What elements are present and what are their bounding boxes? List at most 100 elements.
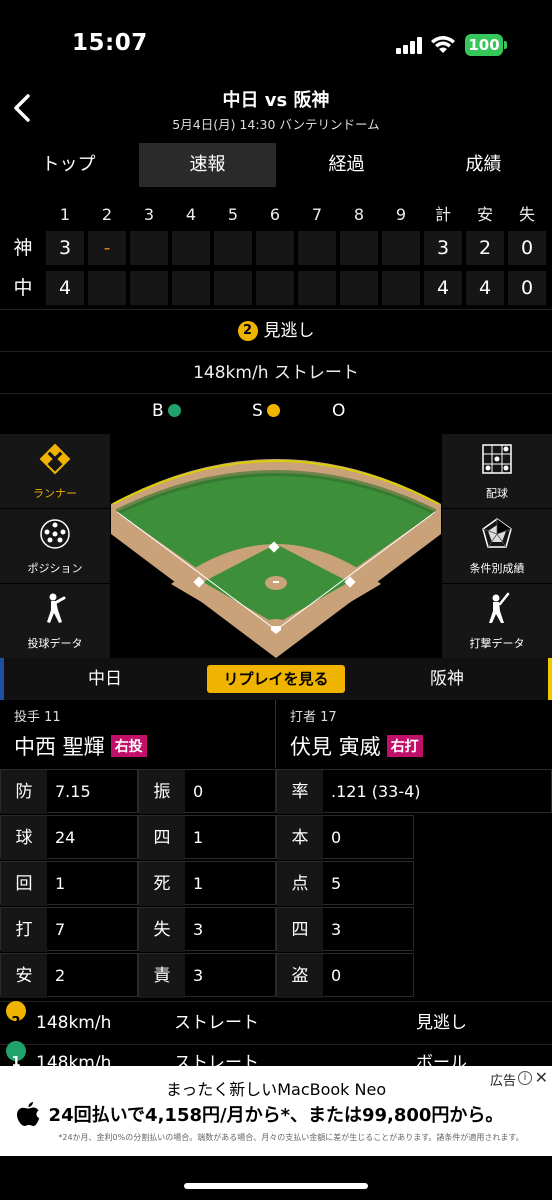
stat-key: 本 bbox=[277, 816, 323, 860]
inning-score bbox=[340, 271, 378, 305]
inning-header: 1 bbox=[59, 205, 71, 224]
pitcher-stat-cell: 安2 bbox=[0, 953, 138, 998]
tab-progress[interactable]: 経過 bbox=[278, 143, 415, 187]
stat-key: 点 bbox=[277, 862, 323, 906]
batter-stat-cell: 率 .121 (33-4) bbox=[276, 769, 552, 814]
stat-value: 7 bbox=[55, 920, 66, 939]
inning-score bbox=[256, 231, 294, 265]
stat-value: 1 bbox=[55, 874, 66, 893]
inning-header: 6 bbox=[269, 205, 281, 224]
pitcher-icon bbox=[47, 593, 66, 623]
position-label: ポジション bbox=[27, 562, 83, 575]
stat-key: 安 bbox=[1, 954, 47, 998]
stat-key: 率 bbox=[277, 770, 323, 814]
inning-score bbox=[382, 271, 420, 305]
pitch-chart-button[interactable]: 配球 bbox=[442, 434, 552, 508]
team-bar: 中日 リプレイを見る 阪神 bbox=[0, 658, 552, 700]
inning-score: 4 bbox=[46, 271, 84, 305]
ad-disclaimer: *24か月、金利0%の分割払いの場合。端数がある場合、月々の支払い金額に差が生じ… bbox=[58, 1133, 524, 1142]
total-runs: 3 bbox=[424, 231, 462, 265]
stat-value: 1 bbox=[193, 828, 204, 847]
tab-live[interactable]: 速報 bbox=[139, 143, 276, 187]
stat-value: 0 bbox=[331, 828, 342, 847]
inning-header: 7 bbox=[311, 205, 323, 224]
batter-stat-cell: 点5 bbox=[276, 861, 414, 906]
pitcher-stat-cell: 振0 bbox=[138, 769, 276, 814]
stat-key: 回 bbox=[1, 862, 47, 906]
inning-header: 4 bbox=[185, 205, 197, 224]
game-subtitle: 5月4日(月) 14:30 バンテリンドーム bbox=[172, 117, 380, 132]
pitcher-stat-cell: 打7 bbox=[0, 907, 138, 952]
pitch-list-number: 2 bbox=[6, 1001, 26, 1030]
ball-count: B S O bbox=[0, 401, 552, 425]
inning-score bbox=[130, 271, 168, 305]
pitch-list-type: ストレート bbox=[174, 1013, 259, 1033]
pitching-data-button[interactable]: 投球データ bbox=[0, 584, 110, 658]
inning-score bbox=[298, 271, 336, 305]
radar-icon bbox=[482, 518, 512, 548]
pitch-list-item[interactable]: 2 148km/h ストレート 見逃し bbox=[0, 1001, 552, 1045]
split-stats-button[interactable]: 条件別成績 bbox=[442, 509, 552, 583]
tab-stats[interactable]: 成績 bbox=[415, 143, 552, 187]
total-runs: 4 bbox=[424, 271, 462, 305]
total-hits: 2 bbox=[466, 231, 504, 265]
inning-score bbox=[88, 271, 126, 305]
batter-stat-cell: 本0 bbox=[276, 815, 414, 860]
stat-value: 1 bbox=[193, 874, 204, 893]
scoreboard-row: 神3-320 bbox=[0, 230, 552, 266]
pitch-list-number: 1 bbox=[6, 1041, 26, 1070]
pitcher-stat-cell: 死1 bbox=[138, 861, 276, 906]
inning-header: 2 bbox=[101, 205, 113, 224]
pitcher-info[interactable]: 投手 11 中西 聖輝 右投 bbox=[14, 706, 147, 768]
stat-key: 球 bbox=[1, 816, 47, 860]
stat-value: 7.15 bbox=[55, 782, 91, 801]
inning-score bbox=[298, 231, 336, 265]
stat-value: 0 bbox=[331, 966, 342, 985]
batting-data-button[interactable]: 打撃データ bbox=[442, 584, 552, 658]
pitcher-stat-cell: 球 24 bbox=[0, 815, 138, 860]
pitch-number-badge: 2 bbox=[237, 321, 258, 341]
tab-bar: トップ 速報 経過 成績 bbox=[0, 143, 552, 187]
pitch-detail: 148km/h ストレート bbox=[193, 363, 359, 383]
total-hits: 4 bbox=[466, 271, 504, 305]
pitch-result: 2 見逃し bbox=[0, 318, 552, 344]
home-team-color bbox=[0, 658, 4, 700]
inning-header: 失 bbox=[518, 205, 535, 224]
tab-top[interactable]: トップ bbox=[0, 143, 137, 187]
inning-header: 8 bbox=[353, 205, 365, 224]
total-errors: 0 bbox=[508, 231, 546, 265]
inning-score bbox=[172, 271, 210, 305]
stat-key: 盗 bbox=[277, 954, 323, 998]
batter-stat-cell: 盗0 bbox=[276, 953, 414, 998]
header: 中日 vs 阪神 5月4日(月) 14:30 バンテリンドーム bbox=[0, 80, 552, 140]
inning-header: 安 bbox=[476, 205, 493, 224]
replay-button[interactable]: リプレイを見る bbox=[207, 665, 345, 693]
pitcher-stat-cell: 四1 bbox=[138, 815, 276, 860]
ad-banner[interactable]: まったく新しいMacBook Neo 24回払いで4,158円/月から*、または… bbox=[0, 1066, 552, 1156]
inning-header: 5 bbox=[227, 205, 239, 224]
position-icon bbox=[40, 519, 70, 549]
batter-info[interactable]: 打者 17 伏見 寅威 右打 bbox=[290, 706, 423, 768]
stat-key: 失 bbox=[139, 908, 185, 952]
clock: 15:07 bbox=[72, 30, 148, 56]
home-team-name[interactable]: 中日 bbox=[88, 658, 122, 700]
stat-value: .121 (33-4) bbox=[331, 782, 421, 801]
stat-key: 責 bbox=[139, 954, 185, 998]
pitcher-role: 投手 11 bbox=[14, 710, 61, 725]
runner-button[interactable]: ランナー bbox=[0, 434, 110, 508]
stat-value: 2 bbox=[55, 966, 66, 985]
stat-value: 3 bbox=[331, 920, 342, 939]
stat-key: 打 bbox=[1, 908, 47, 952]
stat-key: 防 bbox=[1, 770, 47, 814]
pitcher-stat-cell: 責3 bbox=[138, 953, 276, 998]
inning-score bbox=[340, 231, 378, 265]
runner-label: ランナー bbox=[33, 487, 77, 500]
ad-info-icon[interactable]: i bbox=[518, 1071, 532, 1085]
stat-value: 5 bbox=[331, 874, 342, 893]
away-team-name[interactable]: 阪神 bbox=[430, 658, 464, 700]
inning-score: 3 bbox=[46, 231, 84, 265]
position-button[interactable]: ポジション bbox=[0, 509, 110, 583]
pitching-data-label: 投球データ bbox=[27, 637, 83, 650]
ad-close-icon[interactable]: ✕ bbox=[535, 1068, 548, 1087]
inning-header: 9 bbox=[395, 205, 407, 224]
